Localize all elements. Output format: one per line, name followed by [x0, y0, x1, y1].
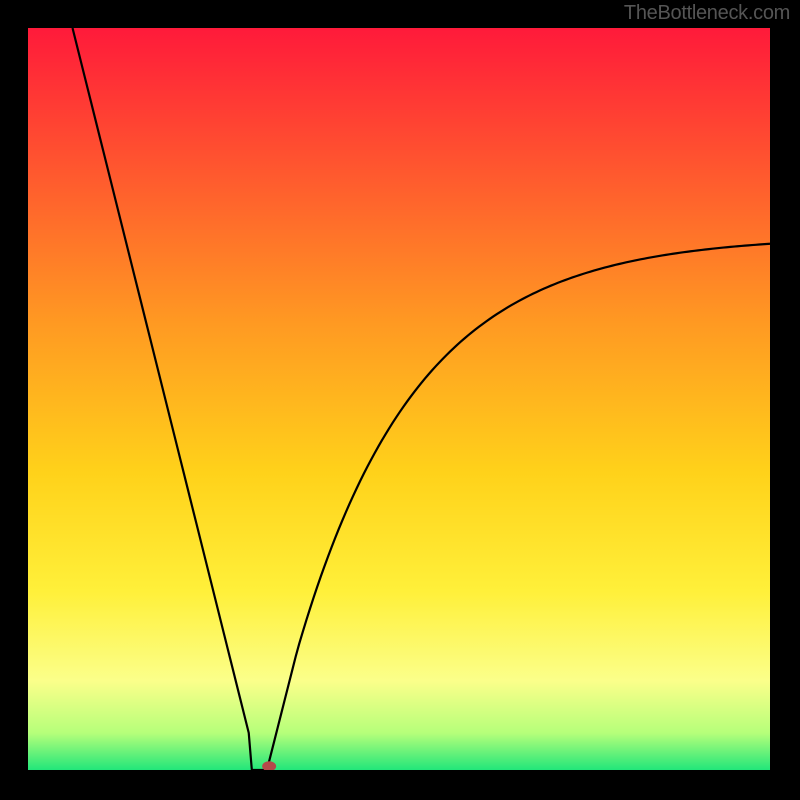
- background-rect: [28, 28, 770, 770]
- plot-area: [28, 28, 770, 770]
- chart-svg: [28, 28, 770, 770]
- watermark-text: TheBottleneck.com: [624, 2, 790, 25]
